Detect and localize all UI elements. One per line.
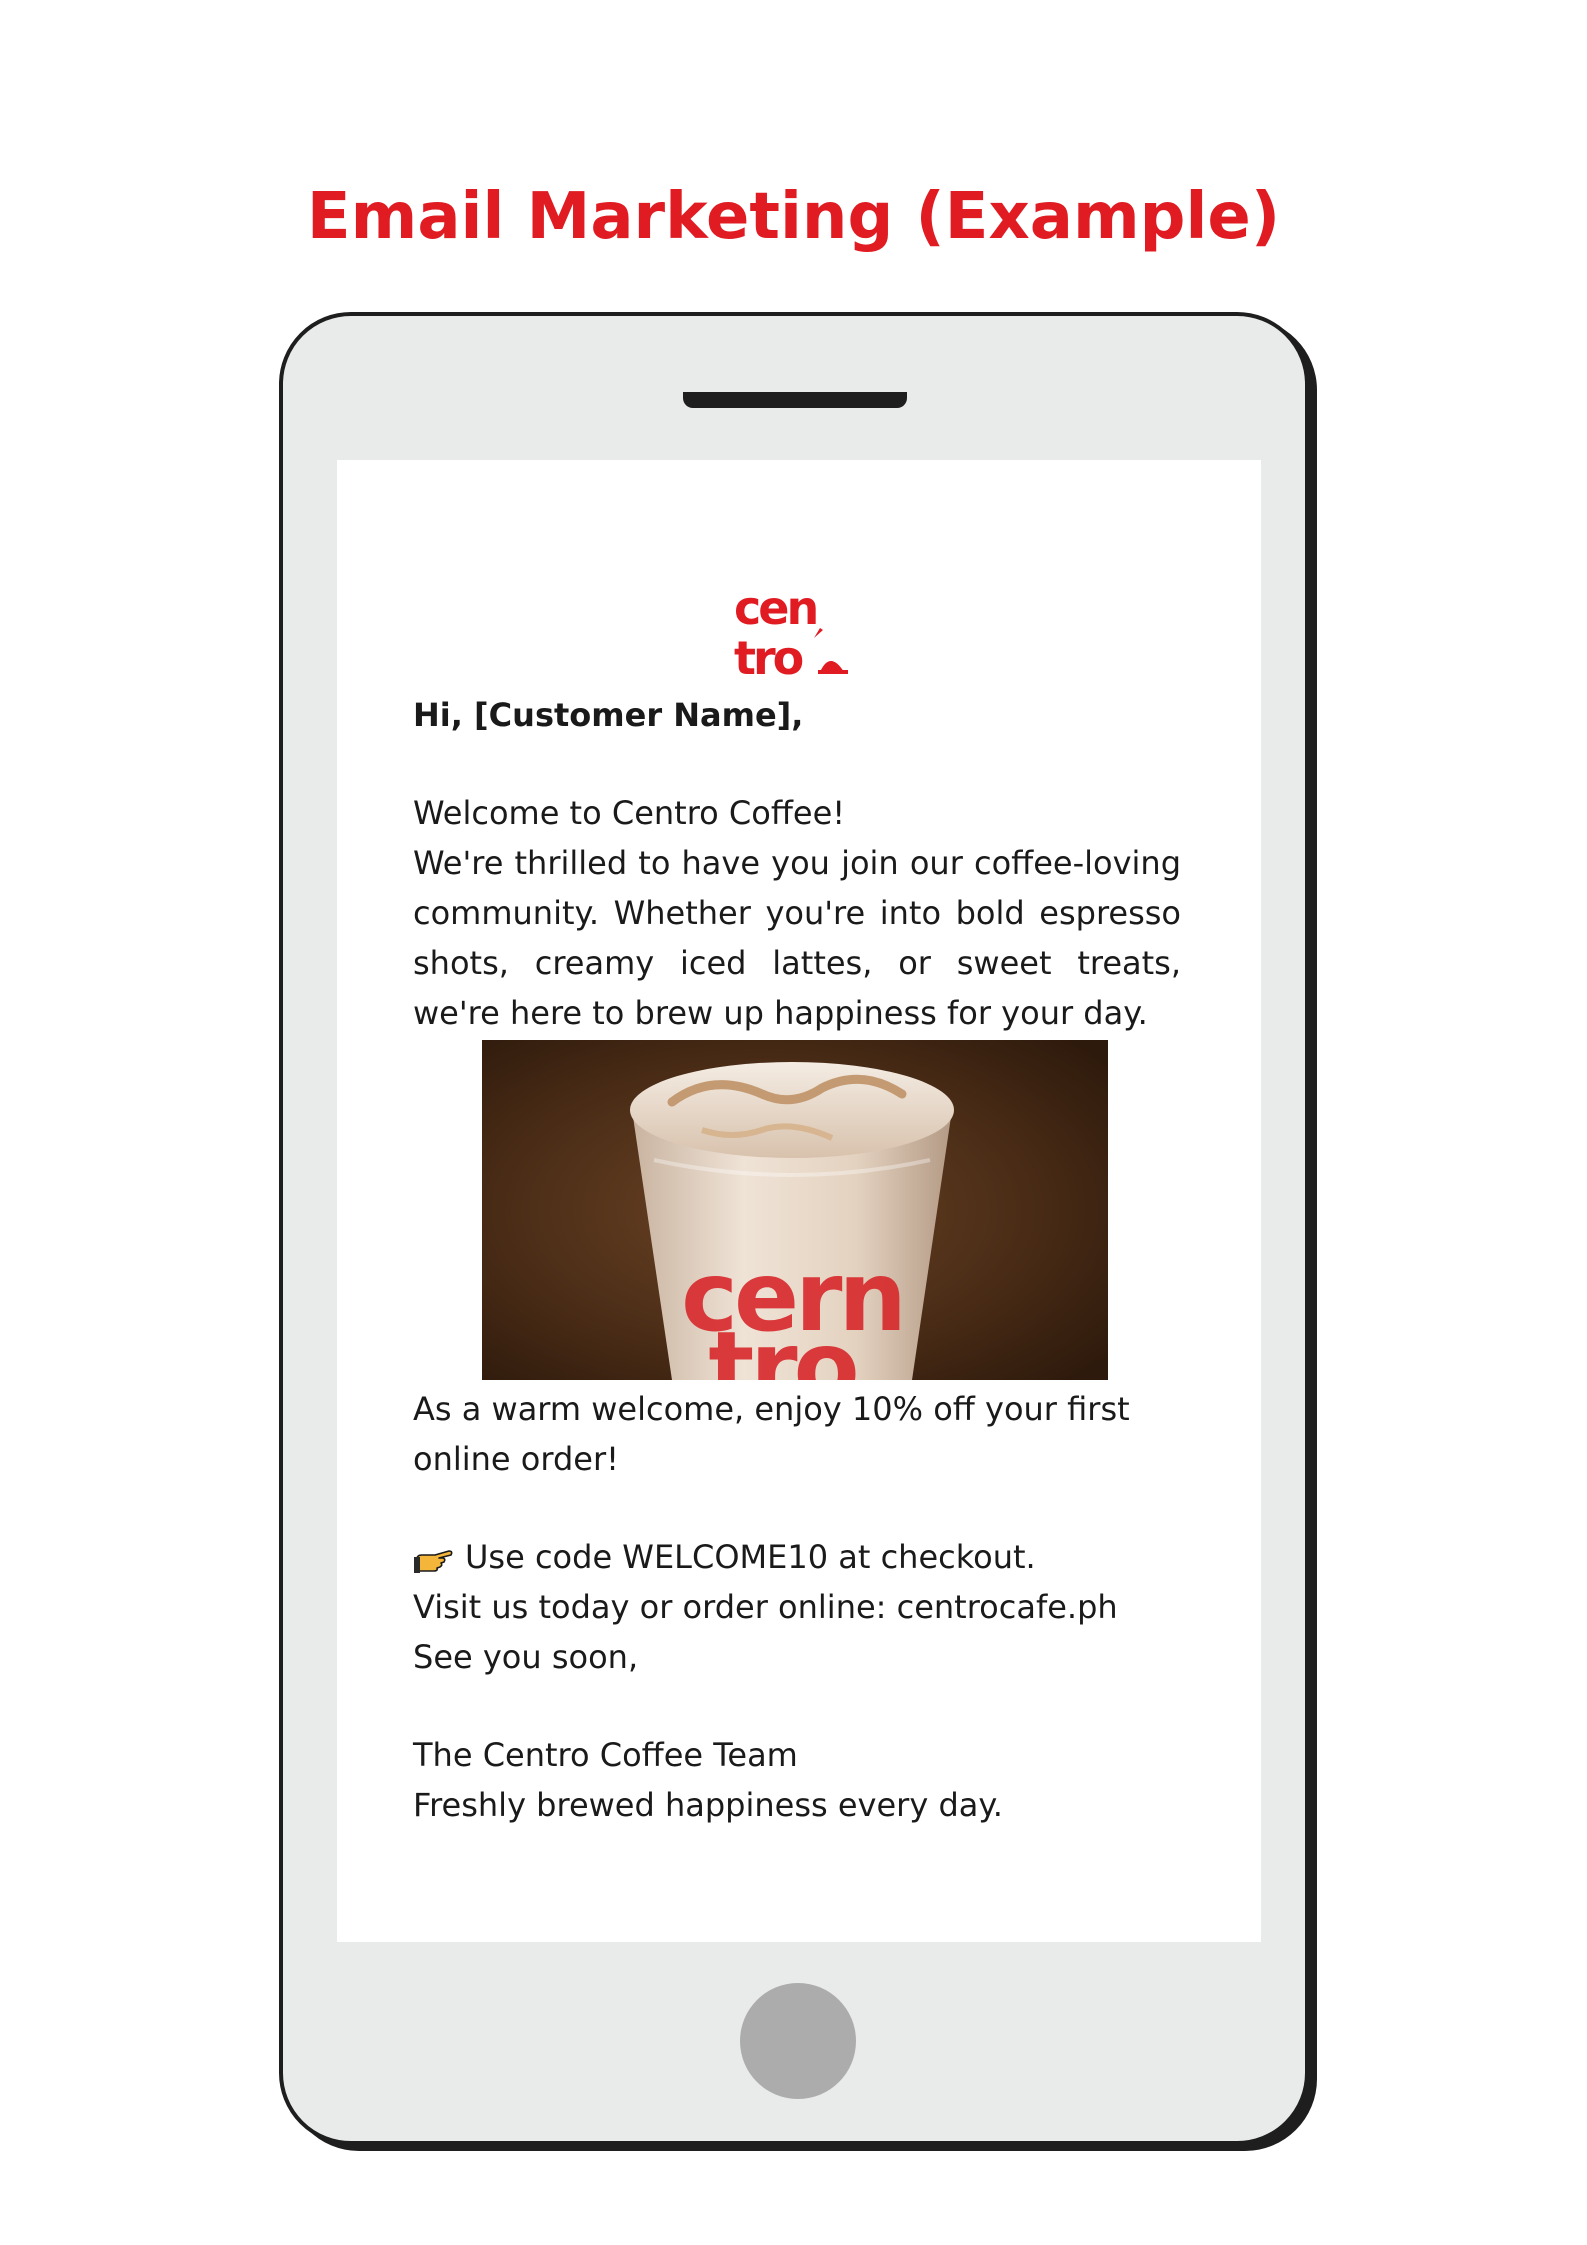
intro-paragraph: We're thrilled to have you join our coff… xyxy=(413,844,1181,1032)
svg-text:tro: tro xyxy=(708,1311,855,1380)
closing-line: See you soon, xyxy=(413,1638,639,1676)
team-signature: The Centro Coffee Team xyxy=(413,1736,798,1774)
svg-text:cen: cen xyxy=(734,581,816,635)
page-title: Email Marketing (Example) xyxy=(306,180,1281,254)
code-line: Use code WELCOME10 at checkout. xyxy=(413,1532,1181,1582)
offer-text: As a warm welcome, enjoy 10% off your fi… xyxy=(413,1390,1130,1478)
iced-latte-cup-photo: cern tro xyxy=(482,1040,1108,1380)
pointing-hand-icon xyxy=(414,1550,453,1573)
email-greeting: Hi, [Customer Name], xyxy=(413,696,804,734)
code-line-text: Use code WELCOME10 at checkout. xyxy=(465,1538,1036,1576)
welcome-heading: Welcome to Centro Coffee! xyxy=(413,794,846,832)
phone-speaker xyxy=(683,392,907,408)
svg-text:tro: tro xyxy=(734,631,803,680)
visit-line: Visit us today or order online: centroca… xyxy=(413,1588,1118,1626)
centro-logo: cen tro xyxy=(734,581,848,680)
home-button[interactable] xyxy=(740,1983,856,2099)
tagline: Freshly brewed happiness every day. xyxy=(413,1786,1003,1824)
